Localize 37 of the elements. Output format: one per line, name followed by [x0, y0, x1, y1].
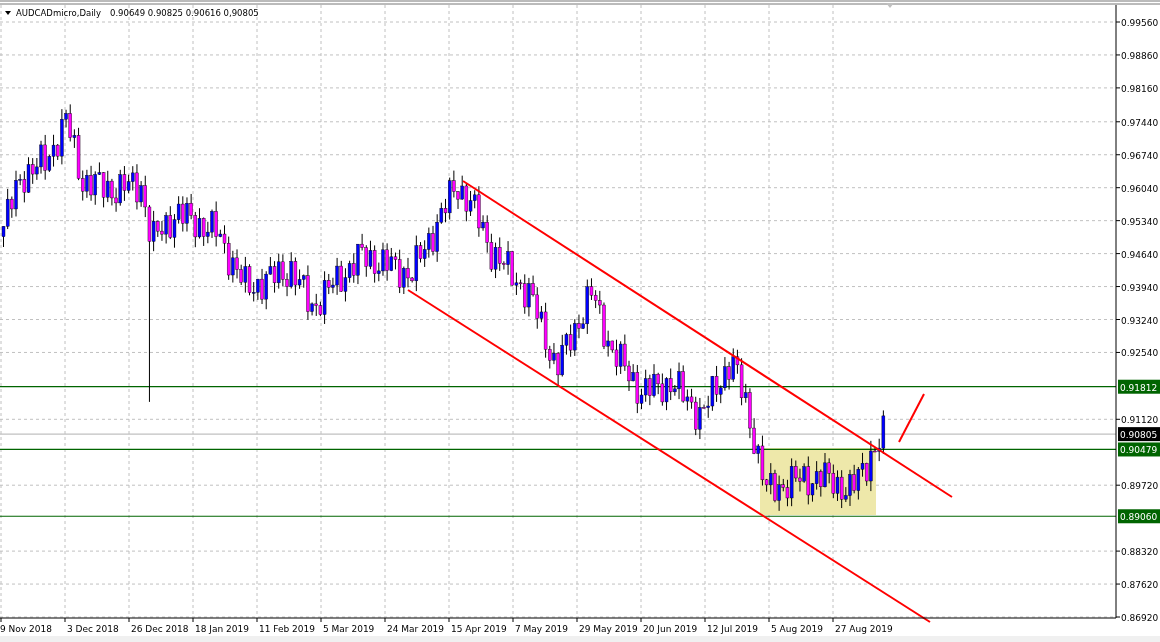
shift-marker-icon[interactable]: [886, 3, 894, 8]
date-label: 12 Jul 2019: [707, 624, 758, 634]
date-label: 24 Mar 2019: [387, 624, 445, 634]
price-label: 0.88320: [1121, 547, 1159, 558]
price-label: 0.98160: [1121, 83, 1159, 94]
date-label: 7 May 2019: [515, 624, 568, 634]
date-label: 26 Dec 2018: [131, 624, 189, 634]
price-label: 0.95340: [1121, 216, 1159, 227]
price-tag: 0.90805: [1118, 427, 1160, 442]
date-label: 9 Nov 2018: [0, 624, 52, 634]
price-label: 0.91120: [1121, 415, 1159, 426]
price-label: 0.93940: [1121, 282, 1159, 293]
date-label: 20 Jun 2019: [643, 624, 698, 634]
price-label: 0.89720: [1121, 481, 1159, 492]
date-label: 15 Apr 2019: [451, 624, 507, 634]
ohlc-values: 0.90649 0.90825 0.90616 0,90805: [110, 8, 259, 18]
date-label: 11 Feb 2019: [259, 624, 315, 634]
date-label: 18 Jan 2019: [195, 624, 249, 634]
date-label: 5 Aug 2019: [771, 624, 823, 634]
price-label: 0.86920: [1121, 613, 1159, 623]
chart-title: AUDCADmicro,Daily: [16, 8, 101, 18]
date-label: 29 May 2019: [579, 624, 638, 634]
date-label: 27 Aug 2019: [835, 624, 893, 634]
price-tag: 0.89060: [1118, 509, 1160, 524]
price-label: 0.98860: [1121, 50, 1159, 61]
price-label: 0.94640: [1121, 249, 1159, 260]
price-label: 0.97440: [1121, 117, 1159, 128]
price-tag: 0.90479: [1118, 442, 1160, 457]
price-label: 0.96740: [1121, 150, 1159, 161]
price-label: 0.92540: [1121, 348, 1159, 359]
price-label: 0.93240: [1121, 315, 1159, 326]
date-label: 5 Mar 2019: [323, 624, 375, 634]
price-label: 0.99560: [1121, 18, 1159, 28]
date-label: 3 Dec 2018: [67, 624, 119, 634]
price-label: 0.96040: [1121, 183, 1159, 194]
collapse-triangle-icon[interactable]: [5, 11, 11, 15]
price-label: 0.87620: [1121, 580, 1159, 591]
